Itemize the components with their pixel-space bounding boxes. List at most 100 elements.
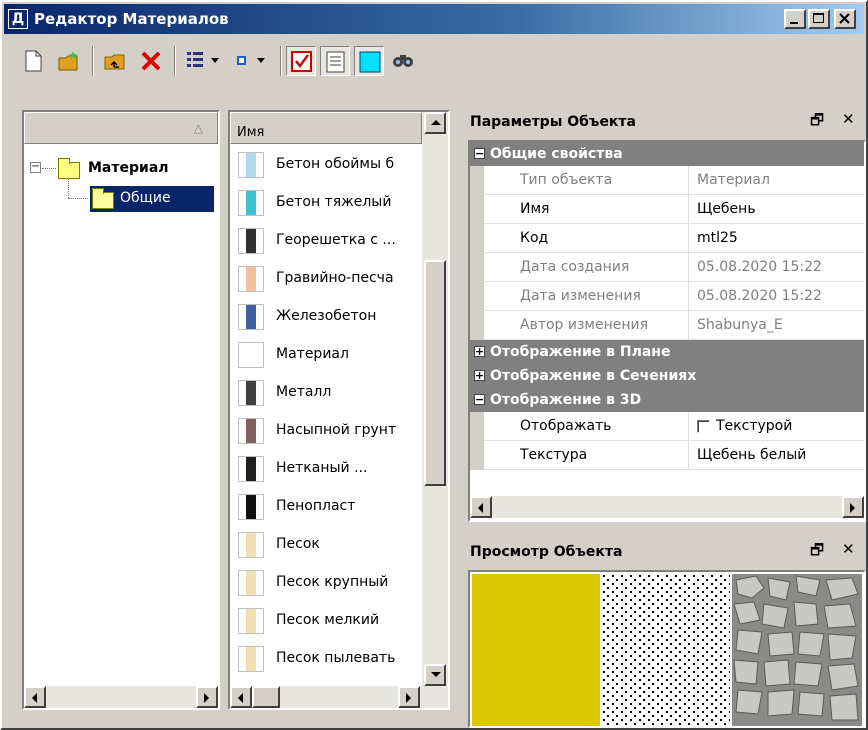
property-value[interactable]: mtl25 bbox=[688, 224, 864, 253]
checkbox[interactable] bbox=[697, 419, 710, 433]
maximize-button[interactable] bbox=[808, 9, 830, 29]
material-swatch-icon bbox=[238, 570, 264, 596]
preview-hatch-pattern bbox=[602, 574, 730, 726]
close-panel-icon[interactable]: ✕ bbox=[842, 540, 855, 558]
property-row[interactable]: Код mtl25 bbox=[470, 224, 864, 253]
toolbar-separator bbox=[280, 46, 282, 76]
list-item[interactable]: Нетканый ... bbox=[234, 450, 422, 486]
material-editor-window: Д Редактор Материалов △ − Материал Общие… bbox=[0, 0, 868, 730]
up-folder-button[interactable] bbox=[100, 46, 130, 76]
property-row[interactable]: Отображать Текстурой bbox=[470, 412, 864, 441]
tree-node-general[interactable]: Общие bbox=[90, 186, 214, 212]
properties-icon bbox=[326, 51, 345, 73]
scroll-down-button[interactable] bbox=[424, 664, 446, 686]
property-group[interactable]: − Отображение в 3D bbox=[470, 388, 864, 412]
property-row[interactable]: Текстура Щебень белый bbox=[470, 441, 864, 470]
property-row[interactable]: Имя Щебень bbox=[470, 195, 864, 224]
tree-column-header[interactable]: △ bbox=[24, 112, 218, 144]
list-item[interactable]: Металл bbox=[234, 374, 422, 410]
list-item[interactable]: Пенопласт bbox=[234, 488, 422, 524]
close-panel-icon[interactable]: ✕ bbox=[842, 110, 855, 128]
property-key: Тип объекта bbox=[520, 172, 613, 188]
new-folder-button[interactable] bbox=[54, 46, 84, 76]
property-group[interactable]: + Отображение в Сечениях bbox=[470, 364, 864, 388]
minimize-button[interactable] bbox=[784, 9, 806, 29]
collapse-icon[interactable]: − bbox=[474, 148, 485, 159]
checkbox-toggle-button[interactable] bbox=[286, 46, 316, 76]
scroll-thumb[interactable] bbox=[252, 686, 280, 708]
material-swatch-icon bbox=[238, 342, 264, 368]
expand-icon[interactable]: + bbox=[474, 370, 485, 381]
list-item-label: Песок мелкий bbox=[276, 612, 380, 628]
arrow-right-icon bbox=[406, 693, 411, 703]
list-item[interactable]: Гравийно-песча bbox=[234, 260, 422, 296]
list-item-label: Металл bbox=[276, 384, 332, 400]
list-item[interactable]: Песок пылевать bbox=[234, 640, 422, 676]
property-key: Код bbox=[520, 230, 549, 246]
scroll-up-button[interactable] bbox=[424, 112, 446, 134]
view-icons-dropdown[interactable] bbox=[230, 46, 274, 76]
row-gutter bbox=[470, 253, 484, 282]
scroll-right-button[interactable] bbox=[398, 686, 420, 708]
find-button[interactable] bbox=[388, 46, 418, 76]
list-item[interactable]: Песок bbox=[234, 526, 422, 562]
material-swatch-icon bbox=[238, 190, 264, 216]
collapse-icon[interactable]: − bbox=[474, 394, 485, 405]
property-value[interactable]: Щебень белый bbox=[688, 441, 864, 470]
restore-panel-icon[interactable]: 🗗 bbox=[810, 110, 824, 135]
property-key: Отображать bbox=[520, 418, 612, 434]
property-row: Дата создания 05.08.2020 15:22 bbox=[470, 253, 864, 282]
property-value[interactable]: Текстурой bbox=[688, 412, 864, 441]
scroll-left-button[interactable] bbox=[24, 686, 46, 708]
list-horizontal-scrollbar[interactable] bbox=[230, 686, 448, 708]
restore-panel-icon[interactable]: 🗗 bbox=[810, 540, 824, 565]
property-key: Имя bbox=[520, 201, 550, 217]
toolbar-separator bbox=[174, 46, 176, 76]
minimize-icon bbox=[790, 22, 798, 24]
close-button[interactable] bbox=[834, 9, 856, 29]
property-group-label: Общие свойства bbox=[490, 146, 623, 162]
scroll-left-button[interactable] bbox=[230, 686, 252, 708]
preview-toggle-button[interactable] bbox=[354, 46, 384, 76]
property-grid[interactable]: − Общие свойства Тип объекта Материал Имя Щеб… bbox=[468, 140, 866, 522]
scroll-right-button[interactable] bbox=[196, 686, 218, 708]
properties-toggle-button[interactable] bbox=[320, 46, 350, 76]
list-item[interactable]: Песок мелкий bbox=[234, 602, 422, 638]
material-swatch-icon bbox=[238, 456, 264, 482]
sort-indicator-icon: △ bbox=[193, 121, 203, 135]
list-item[interactable]: Насыпной грунт bbox=[234, 412, 422, 448]
list-item[interactable]: Георешетка с ... bbox=[234, 222, 422, 258]
preview-fill-swatch bbox=[472, 574, 600, 726]
list-vertical-scrollbar[interactable] bbox=[422, 112, 448, 686]
list-item[interactable]: Песок крупный bbox=[234, 564, 422, 600]
preview-panel-title: Просмотр Объекта bbox=[470, 544, 623, 560]
props-horizontal-scrollbar[interactable] bbox=[470, 496, 864, 518]
view-list-dropdown[interactable] bbox=[182, 46, 226, 76]
expand-icon[interactable]: + bbox=[474, 346, 485, 357]
list-item[interactable]: Бетон обоймы б bbox=[234, 146, 422, 182]
property-key: Дата создания bbox=[520, 259, 630, 275]
new-button[interactable] bbox=[18, 46, 48, 76]
scroll-left-button[interactable] bbox=[470, 496, 492, 518]
list-item[interactable]: Железобетон bbox=[234, 298, 422, 334]
title-bar[interactable]: Д Редактор Материалов bbox=[4, 4, 864, 34]
category-tree[interactable]: △ − Материал Общие bbox=[22, 110, 220, 710]
tree-horizontal-scrollbar[interactable] bbox=[24, 686, 218, 708]
name-column-header[interactable]: Имя bbox=[230, 112, 422, 144]
property-key: Дата изменения bbox=[520, 288, 641, 304]
delete-button[interactable] bbox=[136, 46, 166, 76]
find-icon bbox=[393, 55, 413, 67]
material-swatch-icon bbox=[238, 228, 264, 254]
list-item[interactable]: Бетон тяжелый bbox=[234, 184, 422, 220]
folder-icon bbox=[92, 188, 114, 209]
property-group[interactable]: + Отображение в Плане bbox=[470, 340, 864, 364]
material-swatch-icon bbox=[238, 646, 264, 672]
property-group[interactable]: − Общие свойства bbox=[470, 142, 864, 166]
material-list[interactable]: Имя Бетон обоймы б Бетон тяжелый Георешетк… bbox=[228, 110, 450, 710]
scroll-thumb[interactable] bbox=[424, 260, 446, 486]
property-value[interactable]: Щебень bbox=[688, 195, 864, 224]
app-icon: Д bbox=[8, 9, 28, 29]
scroll-right-button[interactable] bbox=[842, 496, 864, 518]
list-item[interactable]: Материал bbox=[234, 336, 422, 372]
tree-expander-icon[interactable]: − bbox=[30, 162, 41, 173]
